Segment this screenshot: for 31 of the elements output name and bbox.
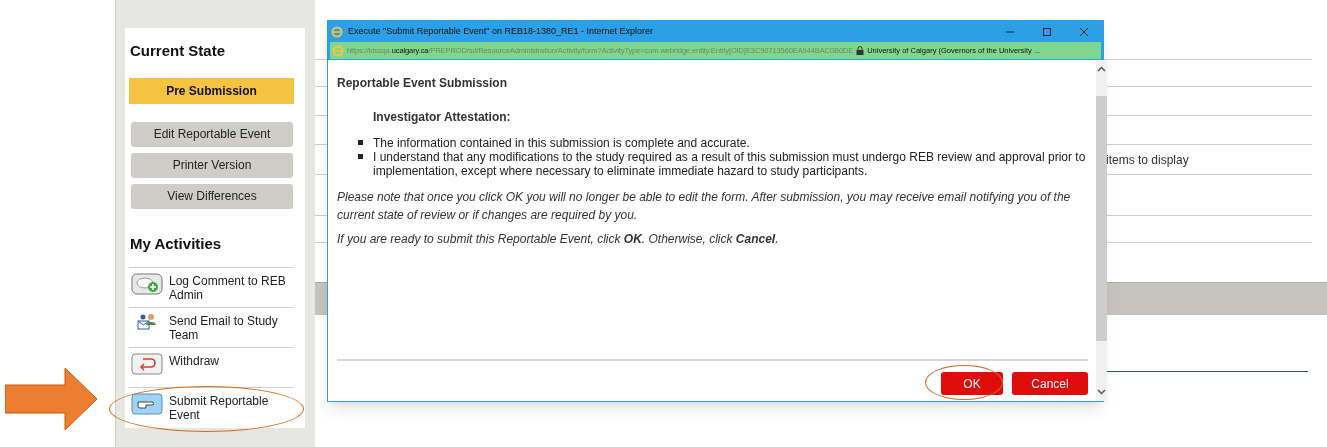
section-heading: Investigator Attestation: bbox=[373, 109, 512, 126]
activity-link[interactable]: Submit Reportable Event bbox=[169, 392, 294, 422]
state-badge: Pre Submission bbox=[129, 77, 294, 104]
activity-link[interactable]: Send Email to Study Team bbox=[169, 312, 294, 342]
action-button[interactable]: Edit Reportable Event bbox=[131, 121, 293, 147]
section-title: My Activities bbox=[129, 233, 223, 254]
activity-link[interactable]: Withdraw bbox=[169, 352, 219, 368]
scroll-thumb[interactable] bbox=[1096, 96, 1107, 341]
bullet-text: The information contained in this submission is complete and accurate. bbox=[373, 136, 751, 150]
bullet-icon bbox=[358, 154, 363, 159]
activity-link[interactable]: Log Comment to REB Admin bbox=[169, 272, 294, 302]
chevron-down-icon[interactable] bbox=[1097, 389, 1106, 395]
browser-icon bbox=[332, 44, 344, 57]
bullet-icon bbox=[358, 140, 363, 145]
note-text: If you are ready to submit this Reportable Event, click OK. Otherwise, click Cancel. bbox=[337, 231, 780, 248]
dialog-heading: Reportable Event Submission bbox=[337, 75, 509, 92]
dialog-button[interactable]: Cancel bbox=[1012, 372, 1088, 395]
comment-icon bbox=[130, 272, 163, 296]
section-title: Current State bbox=[129, 41, 227, 61]
action-button[interactable]: Printer Version bbox=[131, 152, 293, 178]
list-text: items to display bbox=[1106, 151, 1189, 169]
chevron-up-icon[interactable] bbox=[1097, 66, 1106, 72]
scrollbar[interactable] bbox=[1096, 60, 1107, 401]
lock-icon bbox=[856, 46, 865, 55]
pointing-hand-icon bbox=[130, 392, 163, 416]
browser-icon bbox=[331, 25, 343, 38]
bullet-text: I understand that any modifications to the study required as a result of this submission must undergo REB review and approval prior to implementation, except where necessary to eliminate immediate hazard to study participants. bbox=[373, 150, 1087, 178]
window-title: Execute "Submit Reportable Event" on REB18-1380_RE1 - Internet Explorer bbox=[348, 24, 655, 38]
action-button[interactable]: View Differences bbox=[131, 183, 293, 209]
note-text: Please note that once you click OK you will no longer be able to edit the form. After submission, you may receive email notifying you of the current state of review or if changes are required by you. bbox=[337, 189, 1072, 224]
dialog-button[interactable]: OK bbox=[941, 372, 1003, 395]
